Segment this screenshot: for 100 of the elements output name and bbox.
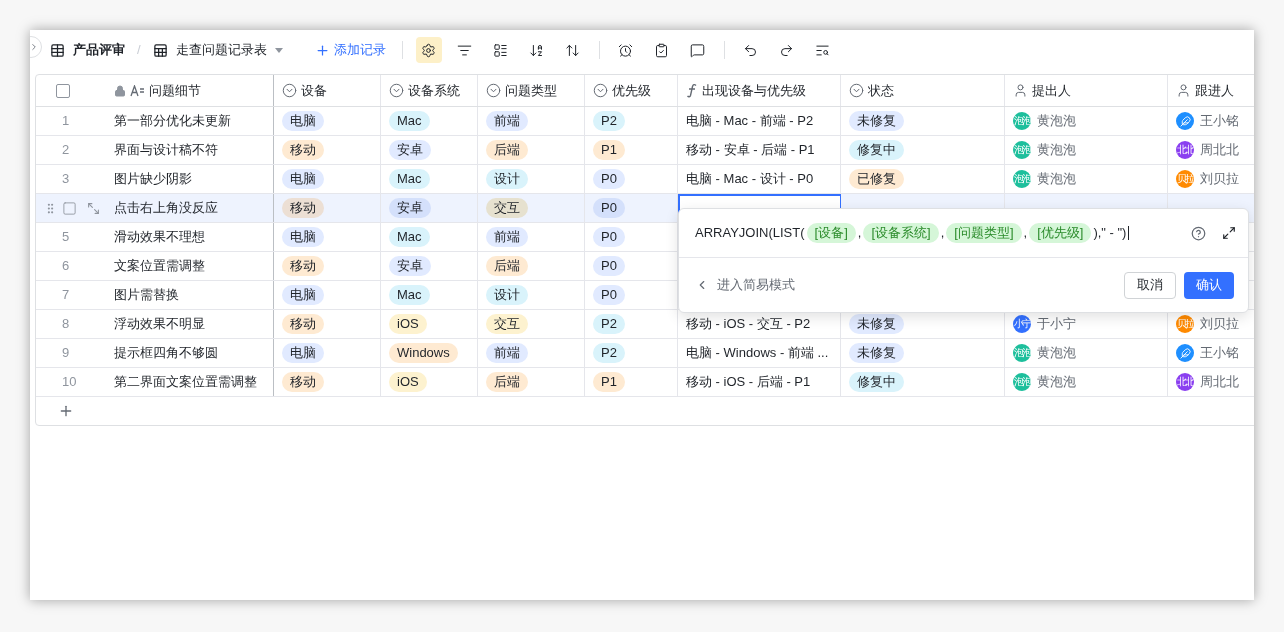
option-tag: P2 (593, 343, 625, 363)
person-name: 黄泡泡 (1037, 141, 1076, 160)
avatar: 泡泡 (1013, 112, 1031, 130)
dropdown-field-icon (389, 83, 404, 98)
search-icon (815, 42, 831, 58)
option-tag: 已修复 (849, 169, 904, 189)
avatar: 贝拉 (1176, 315, 1194, 333)
option-tag: P0 (593, 285, 625, 305)
row-checkbox[interactable] (62, 200, 77, 216)
base-name[interactable]: 产品评审 (73, 40, 125, 60)
column-header[interactable]: 出现设备与优先级 (702, 80, 806, 101)
option-tag: 未修复 (849, 111, 904, 131)
person-name: 王小铭 (1200, 112, 1239, 131)
avatar: 贝拉 (1176, 170, 1194, 188)
option-tag: 前端 (486, 111, 528, 131)
person-name: 刘贝拉 (1200, 170, 1239, 189)
formula-icon (686, 83, 698, 98)
option-tag: Mac (389, 111, 430, 131)
column-header[interactable]: 状态 (868, 80, 894, 101)
avatar: 泡泡 (1013, 141, 1031, 159)
add-record-button[interactable]: 添加记录 (314, 40, 386, 60)
option-tag: 安卓 (389, 198, 431, 218)
dropdown-field-icon (593, 83, 608, 98)
column-header[interactable]: 设备 (301, 80, 327, 101)
table-name[interactable]: 走查问题记录表 (175, 40, 267, 60)
help-icon[interactable] (1191, 225, 1206, 241)
table-cell-text: 界面与设计稿不符 (114, 141, 218, 160)
person-name: 周北北 (1200, 373, 1239, 392)
avatar: 小宁 (1013, 315, 1031, 333)
option-tag: 未修复 (849, 343, 904, 363)
option-tag: 设计 (486, 169, 528, 189)
table-cell-text: 提示框四角不够圆 (114, 344, 218, 363)
column-header[interactable]: 问题细节 (149, 80, 201, 101)
person-name: 于小宁 (1037, 315, 1076, 334)
option-tag: 后端 (486, 372, 528, 392)
expand-row-icon[interactable] (87, 201, 100, 215)
dropdown-field-icon (849, 83, 864, 98)
option-tag: 电脑 (282, 227, 324, 247)
lock-icon (114, 84, 126, 97)
column-header[interactable]: 优先级 (612, 80, 651, 101)
clipboard-icon (654, 42, 670, 58)
fullscreen-icon[interactable] (1222, 226, 1236, 240)
option-tag: 修复中 (849, 372, 904, 392)
formula-cell[interactable]: 电脑 - Mac - 设计 - P0 (678, 165, 841, 193)
person-name: 黄泡泡 (1037, 373, 1076, 392)
table-row[interactable]: 1 第一部分优化未更新 电脑 Mac 前端 P2 电脑 - Mac - 前端 - P2 未修复 泡泡 黄泡泡 王小铭 (36, 107, 1254, 136)
option-tag: 电脑 (282, 285, 324, 305)
list-icon (493, 42, 509, 58)
table-icon (50, 42, 65, 58)
formula-cell[interactable]: 移动 - 安卓 - 后端 - P1 (678, 136, 841, 164)
option-tag: 安卓 (389, 256, 431, 276)
confirm-button[interactable]: 确认 (1184, 271, 1234, 299)
row-number: 7 (62, 286, 70, 305)
person-name: 周北北 (1200, 141, 1239, 160)
column-header[interactable]: 问题类型 (505, 80, 557, 101)
formula-cell[interactable]: 电脑 - Windows - 前端 ... (678, 339, 841, 367)
row-number: 2 (62, 141, 70, 160)
option-tag: 后端 (486, 256, 528, 276)
filter-icon (457, 42, 473, 58)
select-all-checkbox[interactable] (56, 83, 70, 98)
option-tag: 移动 (282, 140, 324, 160)
chevron-right-icon (30, 42, 39, 52)
formula-cell[interactable]: 电脑 - Mac - 前端 - P2 (678, 107, 841, 135)
cancel-button[interactable]: 取消 (1124, 271, 1176, 299)
person-name: 黄泡泡 (1037, 344, 1076, 363)
option-tag: 设计 (486, 285, 528, 305)
row-number: 5 (62, 228, 70, 247)
add-row-icon[interactable] (58, 403, 74, 419)
option-tag: 交互 (486, 198, 528, 218)
column-header[interactable]: 跟进人 (1195, 80, 1234, 101)
table-row[interactable]: 9 提示框四角不够圆 电脑 Windows 前端 P2 电脑 - Windows - 前端 ... 未修复 泡泡 黄泡泡 王小铭 (36, 339, 1254, 368)
settings-button[interactable] (415, 37, 442, 63)
option-tag: P2 (593, 111, 625, 131)
row-height-icon (565, 42, 581, 58)
breadcrumb-separator: / (137, 41, 141, 60)
grid-icon (152, 42, 168, 58)
formula-input[interactable]: ARRAYJOIN(LIST( [设备] , [设备系统] , [问题类型] , [优先级] )," - ") (693, 223, 1191, 243)
column-header[interactable]: 提出人 (1032, 80, 1071, 101)
option-tag: 移动 (282, 198, 324, 218)
caret-icon[interactable] (274, 47, 283, 53)
option-tag: Windows (389, 343, 458, 363)
formula-cell[interactable]: 移动 - iOS - 后端 - P1 (678, 368, 841, 396)
option-tag: 电脑 (282, 169, 324, 189)
person-icon (1176, 83, 1191, 98)
option-tag: 移动 (282, 256, 324, 276)
row-number: 1 (62, 112, 70, 131)
redo-icon (779, 42, 795, 58)
avatar: 泡泡 (1013, 373, 1031, 391)
option-tag: 修复中 (849, 140, 904, 160)
column-header[interactable]: 设备系统 (408, 80, 460, 101)
option-tag: P0 (593, 227, 625, 247)
text-field-icon (130, 84, 145, 97)
avatar: 泡泡 (1013, 344, 1031, 362)
option-tag: 电脑 (282, 343, 324, 363)
table-cell-text: 点击右上角没反应 (114, 199, 218, 218)
sort-icon (529, 42, 545, 58)
option-tag: Mac (389, 227, 430, 247)
table-cell-text: 第一部分优化未更新 (114, 112, 231, 131)
table-cell-text: 浮动效果不明显 (114, 315, 205, 334)
avatar: 泡泡 (1013, 170, 1031, 188)
